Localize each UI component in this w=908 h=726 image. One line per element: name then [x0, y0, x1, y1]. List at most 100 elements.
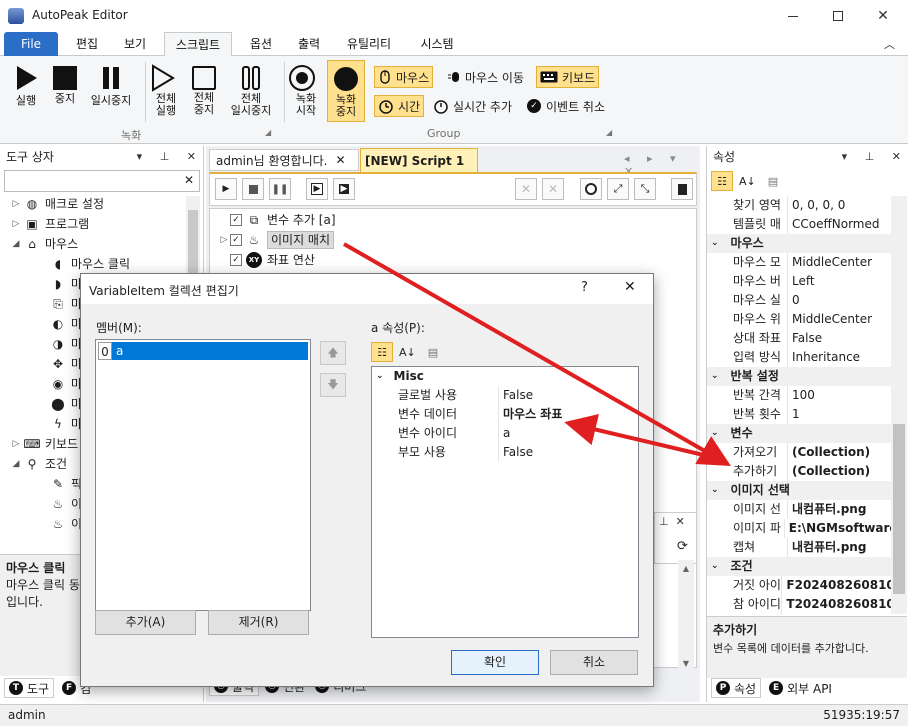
chevron-down-icon[interactable]: ⌄ [711, 557, 719, 576]
property-value[interactable]: T2024082608101 [781, 595, 891, 614]
sort-alpha-icon[interactable]: A↓ [399, 346, 416, 359]
editor-step-over-button[interactable]: ▶ [333, 178, 355, 200]
dialog-property-row[interactable]: 변수 데이터 마우스 좌표 [372, 405, 638, 424]
property-row[interactable]: 반복 간격 100 [707, 386, 891, 405]
dialog-property-value[interactable]: a [498, 424, 510, 443]
script-item[interactable]: ✓ XY 좌표 연산 [218, 250, 518, 270]
scroll-down-icon[interactable]: ▼ [678, 573, 694, 668]
remove-member-button[interactable]: 제거(R) [208, 610, 309, 635]
dialog-property-row[interactable]: 부모 사용 False [372, 443, 638, 462]
expander-icon[interactable]: ◢ [10, 234, 22, 254]
chevron-down-icon[interactable]: ⌄ [711, 234, 719, 253]
expander-icon[interactable]: ◢ [10, 454, 22, 474]
stop-all-button[interactable]: 전체 중지 [186, 64, 222, 116]
tab-edit[interactable]: 편집 [66, 32, 108, 57]
property-row[interactable]: 마우스 모 MiddleCenter [707, 253, 891, 272]
members-list[interactable]: 0a [95, 339, 311, 611]
property-row[interactable]: 반복 횟수 1 [707, 405, 891, 424]
property-row[interactable]: 추가하기 (Collection) [707, 462, 891, 481]
move-down-button[interactable]: 🡇 [320, 373, 346, 397]
editor-delete-all-button[interactable]: ✕ [542, 178, 564, 200]
script-item[interactable]: ✓ ⧉ 변수 추가 [a] [218, 210, 518, 230]
tab-utility[interactable]: 유틸리티 [338, 32, 400, 57]
property-row[interactable]: 거짓 아이F2024082608101 [707, 576, 891, 595]
editor-collapse-button[interactable]: ⤡ [634, 178, 656, 200]
script-item[interactable]: ▷ ✓ ♨ 이미지 매치 [218, 230, 518, 250]
categorized-icon[interactable]: ☷ [711, 171, 733, 191]
property-row[interactable]: 이미지 선 내컴퓨터.png [707, 500, 891, 519]
time-record-toggle[interactable]: 시간 [374, 95, 425, 117]
tab-properties[interactable]: P 속성 [711, 678, 762, 698]
maximize-button[interactable] [815, 0, 861, 32]
event-cancel-toggle[interactable]: ✓ 이벤트 취소 [524, 95, 608, 117]
scrollbar-thumb[interactable] [893, 424, 905, 594]
item-checkbox[interactable]: ✓ [230, 234, 242, 246]
mouse-move-toggle[interactable]: 마우스 이동 [444, 66, 527, 88]
property-row[interactable]: 캡쳐 내컴퓨터.png [707, 538, 891, 557]
property-category[interactable]: ⌄ 변수 [707, 424, 891, 443]
dialog-help-button[interactable]: ? [581, 280, 588, 295]
property-pages-icon[interactable]: ▤ [768, 175, 778, 188]
property-value[interactable]: 0, 0, 0, 0 [787, 196, 845, 215]
property-row[interactable]: 마우스 버 Left [707, 272, 891, 291]
dialog-property-row[interactable]: 글로벌 사용 False [372, 386, 638, 405]
property-row[interactable]: 상대 좌표 False [707, 329, 891, 348]
categorized-icon[interactable]: ☷ [371, 342, 393, 362]
dialog-property-value[interactable]: False [498, 443, 533, 462]
stop-button[interactable]: 중지 [46, 64, 84, 105]
tab-output[interactable]: 출력 [288, 32, 330, 57]
pause-button[interactable]: 일시중지 [84, 64, 138, 107]
add-member-button[interactable]: 추가(A) [95, 610, 196, 635]
ok-button[interactable]: 확인 [451, 650, 539, 675]
dialog-prop-category[interactable]: ⌄ Misc [372, 367, 638, 386]
dialog-launcher-icon[interactable]: ◢ [265, 128, 271, 137]
property-value[interactable]: 내컴퓨터.png [787, 500, 866, 519]
property-value[interactable]: Inheritance [787, 348, 860, 367]
record-stop-button[interactable]: 녹화 중지 [327, 60, 365, 122]
item-checkbox[interactable]: ✓ [230, 254, 242, 266]
pause-all-button[interactable]: 전체 일시중지 [224, 64, 278, 117]
editor-run-button[interactable]: ▶ [215, 178, 237, 200]
chevron-down-icon[interactable]: ⌄ [711, 424, 719, 443]
output-scrollbar[interactable]: ▲ ▼ [678, 560, 694, 668]
property-row[interactable]: 찾기 영역 0, 0, 0, 0 [707, 196, 891, 215]
expander-icon[interactable]: ▷ [10, 194, 22, 214]
property-value[interactable]: MiddleCenter [787, 310, 872, 329]
member-item[interactable]: 0a [98, 342, 308, 360]
property-row[interactable]: 입력 방식 Inheritance [707, 348, 891, 367]
dialog-property-value[interactable]: 마우스 좌표 [498, 405, 562, 424]
cancel-button[interactable]: 취소 [550, 650, 638, 675]
property-category[interactable]: ⌄ 이미지 선택 [707, 481, 891, 500]
run-button[interactable]: 실행 [6, 64, 46, 107]
refresh-icon[interactable]: ⟳ [677, 539, 688, 554]
property-value[interactable]: False [787, 329, 822, 348]
editor-pause-button[interactable]: ❚❚ [269, 178, 291, 200]
toolbox-item[interactable]: ▷ ◍ 매크로 설정 [0, 194, 186, 214]
item-checkbox[interactable]: ✓ [230, 214, 242, 226]
scroll-up-icon[interactable]: ▲ [678, 560, 694, 573]
property-value[interactable]: (Collection) [787, 462, 870, 481]
property-row[interactable]: 이미지 파 E:\NGMsoftware [707, 519, 891, 538]
keyboard-record-toggle[interactable]: 키보드 [536, 66, 600, 88]
expander-icon[interactable]: ▷ [10, 214, 22, 234]
record-start-button[interactable]: 녹화 시작 [288, 64, 324, 117]
run-all-button[interactable]: 전체 실행 [148, 64, 184, 117]
panel-controls[interactable]: ▾ ⊥ ✕ [137, 146, 203, 168]
tab-view[interactable]: 보기 [114, 32, 156, 57]
expander-icon[interactable]: ▷ [10, 434, 22, 454]
editor-stop-button[interactable] [242, 178, 264, 200]
tab-tools[interactable]: T 도구 [4, 678, 55, 698]
editor-trash-button[interactable] [671, 178, 693, 200]
property-value[interactable]: 0 [787, 291, 800, 310]
property-value[interactable]: MiddleCenter [787, 253, 872, 272]
editor-step-button[interactable]: ▶ [306, 178, 328, 200]
property-pages-icon[interactable]: ▤ [428, 346, 438, 359]
tab-file[interactable]: File [4, 32, 58, 57]
property-row[interactable]: 마우스 실 0 [707, 291, 891, 310]
close-button[interactable]: ✕ [860, 0, 906, 32]
tab-external-api[interactable]: E 외부 API [765, 678, 836, 698]
close-tab-icon[interactable]: ✕ [335, 153, 345, 167]
property-value[interactable]: 내컴퓨터.png [787, 538, 866, 557]
properties-scrollbar[interactable] [891, 196, 907, 614]
toolbox-item[interactable]: ▷ ▣ 프로그램 [0, 214, 186, 234]
